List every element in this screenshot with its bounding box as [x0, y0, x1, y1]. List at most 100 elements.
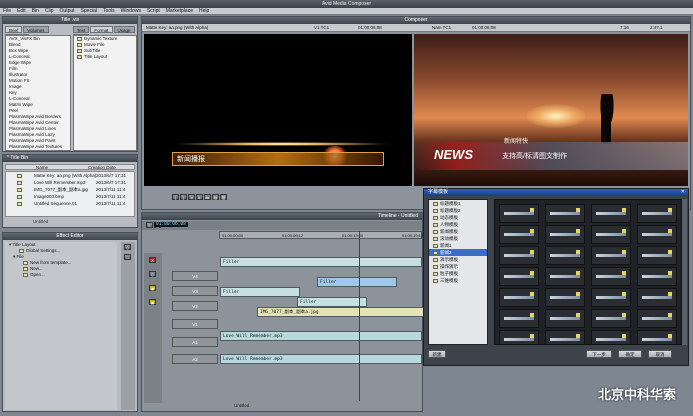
- play-icon[interactable]: ▸: [196, 194, 203, 200]
- template-category[interactable]: 新闻模板: [429, 228, 487, 235]
- template-thumbnail[interactable]: [591, 288, 631, 307]
- overwrite-icon[interactable]: ▥: [220, 194, 227, 200]
- menu-item[interactable]: Marketplace: [166, 8, 193, 14]
- template-thumbnail[interactable]: [637, 225, 677, 244]
- name-tc-label[interactable]: Nam TC1: [432, 24, 451, 32]
- track-header-v4[interactable]: V4: [172, 271, 218, 281]
- timeline-clip[interactable]: Filler: [317, 277, 397, 287]
- menu-item[interactable]: Output: [60, 8, 75, 14]
- step-back-icon[interactable]: ◂: [188, 194, 195, 200]
- track-header-v3[interactable]: V3: [172, 286, 218, 296]
- tab-usage[interactable]: Usage: [113, 26, 135, 33]
- template-thumbnail[interactable]: [499, 267, 539, 286]
- menu-item[interactable]: Special: [81, 8, 97, 14]
- template-thumbnail[interactable]: [591, 309, 631, 328]
- template-category[interactable]: 操作演示: [429, 263, 487, 270]
- template-thumbnail[interactable]: [499, 225, 539, 244]
- template-thumbnail[interactable]: [545, 267, 585, 286]
- template-category[interactable]: 三维模板: [429, 277, 487, 284]
- list-item[interactable]: PlasmaWipe Avid Textures: [6, 144, 70, 150]
- template-thumbnail[interactable]: [545, 309, 585, 328]
- template-thumbnail[interactable]: [545, 330, 585, 344]
- timeline-ruler[interactable]: 01:00:00:00 01:00:06:12 01:00:13:00 01:00:1…: [219, 231, 423, 239]
- splice-icon[interactable]: ▤: [212, 194, 219, 200]
- tab-volumes[interactable]: Volumes: [23, 26, 49, 33]
- template-thumbnail[interactable]: [545, 288, 585, 307]
- tab-brief[interactable]: Brief: [5, 26, 23, 33]
- template-category[interactable]: 人物模板: [429, 221, 487, 228]
- template-thumbnail[interactable]: [545, 246, 585, 265]
- template-thumbnail[interactable]: [499, 246, 539, 265]
- v1-tc-label[interactable]: V1 TC1: [314, 24, 329, 32]
- next-button[interactable]: 下一步: [586, 350, 612, 358]
- menu-item[interactable]: Script: [147, 8, 160, 14]
- template-thumbnail[interactable]: [591, 204, 631, 223]
- template-thumbnail[interactable]: [591, 246, 631, 265]
- timeline-clip[interactable]: Filler: [220, 257, 422, 267]
- timeline-clip[interactable]: Filler: [220, 287, 300, 297]
- menu-item[interactable]: Tools: [103, 8, 115, 14]
- template-category[interactable]: 新闻2: [429, 249, 487, 256]
- tool-icon[interactable]: ≡: [146, 222, 153, 228]
- template-thumbnail[interactable]: [545, 204, 585, 223]
- template-thumbnail[interactable]: [545, 225, 585, 244]
- table-row[interactable]: Love Will Remember.mp3 2013/6/7 17:31: [6, 179, 134, 186]
- template-thumbnail[interactable]: [499, 288, 539, 307]
- template-thumbnail[interactable]: [499, 330, 539, 344]
- template-category[interactable]: 演示模板: [429, 256, 487, 263]
- menu-item[interactable]: Windows: [121, 8, 141, 14]
- template-category[interactable]: 新闻1: [429, 242, 487, 249]
- template-thumbnail[interactable]: [637, 267, 677, 286]
- template-thumbnail[interactable]: [591, 225, 631, 244]
- template-category[interactable]: 动态模板: [429, 214, 487, 221]
- mark-in-icon[interactable]: {: [172, 194, 179, 200]
- table-row[interactable]: IMG_7077_副本_副本a.jpg 2013/7/11 11:4: [6, 186, 134, 193]
- track-header-v1[interactable]: V1: [172, 319, 218, 329]
- template-category[interactable]: 滚动模板: [429, 235, 487, 242]
- tab-text[interactable]: Text: [73, 26, 90, 33]
- menu-item[interactable]: Clip: [45, 8, 54, 14]
- menu-item[interactable]: Edit: [17, 8, 26, 14]
- cancel-button[interactable]: 取消: [648, 350, 672, 358]
- timeline-clip[interactable]: Love Will Remember.mp3: [220, 331, 422, 341]
- template-thumbnail[interactable]: [637, 309, 677, 328]
- ok-button[interactable]: 确定: [618, 350, 642, 358]
- track-header-a1[interactable]: A1: [172, 337, 218, 347]
- table-row[interactable]: Untitled Sequence.01 2013/7/11 11:4: [6, 200, 134, 207]
- left-monitor-label[interactable]: Matte Key: aa.png (With Alpha): [146, 24, 208, 32]
- track-header-a2[interactable]: A2: [172, 354, 218, 364]
- menu-item[interactable]: Help: [199, 8, 209, 14]
- col-name[interactable]: Name: [36, 165, 48, 170]
- col-date[interactable]: Creation Date: [88, 165, 116, 170]
- timeline-clip[interactable]: Love Will Remember.mp3: [220, 354, 422, 364]
- tab-format[interactable]: Format: [90, 26, 113, 33]
- tool-icon[interactable]: ◇: [124, 244, 131, 250]
- template-thumbnail[interactable]: [591, 267, 631, 286]
- template-thumbnail[interactable]: [591, 330, 631, 344]
- playhead[interactable]: [359, 231, 360, 401]
- template-thumbnail[interactable]: [499, 309, 539, 328]
- tree-item[interactable]: Open...: [5, 272, 117, 278]
- list-item[interactable]: Title Layout: [74, 54, 136, 60]
- template-thumbnail[interactable]: [637, 330, 677, 344]
- timeline-clip[interactable]: Filler: [297, 297, 367, 307]
- template-thumbnail[interactable]: [637, 204, 677, 223]
- new-button[interactable]: 新建: [428, 350, 446, 358]
- mark-out-icon[interactable]: }: [180, 194, 187, 200]
- step-fwd-icon[interactable]: ▸▸: [204, 194, 211, 200]
- track-header-v2[interactable]: V2: [172, 301, 218, 311]
- template-category[interactable]: 标题模板2: [429, 207, 487, 214]
- close-icon[interactable]: ✕: [681, 189, 685, 196]
- template-thumbnail[interactable]: [637, 288, 677, 307]
- dialog-scrollbar[interactable]: [682, 199, 687, 345]
- template-thumbnail[interactable]: [499, 204, 539, 223]
- template-category[interactable]: 粒子模板: [429, 270, 487, 277]
- table-row[interactable]: Matte Key: aa.png (With Alpha) 2013/6/7 1…: [6, 172, 134, 179]
- template-category[interactable]: 标题模板1: [429, 200, 487, 207]
- table-row[interactable]: Image003.bmp 2013/7/11 11:4: [6, 193, 134, 200]
- tool-icon[interactable]: □: [124, 254, 131, 260]
- menu-item[interactable]: File: [3, 8, 11, 14]
- timeline-clip[interactable]: IMG_7077_副本_副本a.jpg: [257, 307, 427, 317]
- template-thumbnail[interactable]: [637, 246, 677, 265]
- menu-item[interactable]: Bin: [32, 8, 39, 14]
